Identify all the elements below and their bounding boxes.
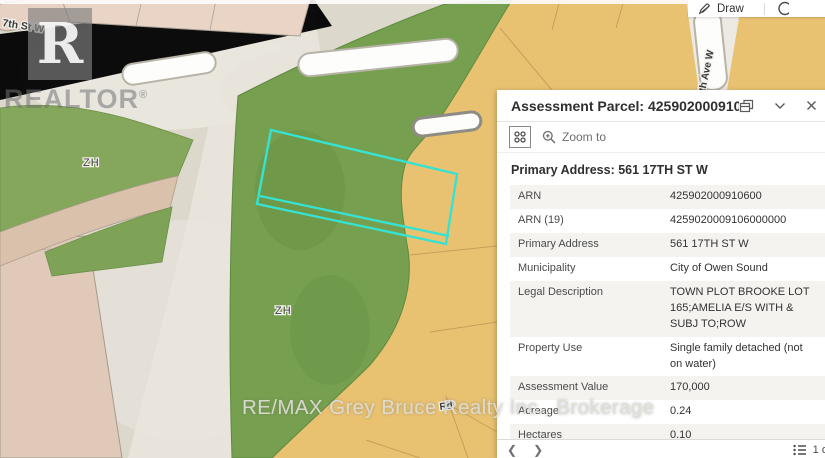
table-row: Assessment Value 170,000 bbox=[510, 376, 825, 400]
field-label: ARN bbox=[510, 185, 662, 209]
panel-title: Assessment Parcel: 425902000910600 bbox=[511, 98, 739, 114]
label-zh-left: ZH bbox=[83, 157, 100, 169]
draw-button[interactable]: Draw bbox=[717, 3, 744, 15]
table-row: Property Use Single family detached (not… bbox=[510, 337, 825, 377]
panel-toolbar: Zoom to bbox=[497, 122, 825, 153]
feature-list-icon[interactable] bbox=[793, 444, 807, 456]
field-value: Single family detached (not on water) bbox=[662, 337, 825, 377]
draw-pencil-icon[interactable] bbox=[698, 2, 711, 15]
field-value: 561 17TH ST W bbox=[662, 233, 825, 257]
field-value: TOWN PLOT BROOKE LOT 165;AMELIA E/S WITH… bbox=[662, 281, 825, 337]
field-value: 170,000 bbox=[662, 376, 825, 400]
field-value: 0.24 bbox=[662, 400, 825, 424]
field-label: Legal Description bbox=[510, 281, 662, 337]
primary-address-heading: Primary Address: 561 17TH ST W bbox=[497, 153, 825, 184]
attributes-table: ARN 425902000910600 ARN (19) 42590200091… bbox=[510, 185, 825, 458]
field-value: 4259020009106000000 bbox=[662, 209, 825, 233]
field-label: Assessment Value bbox=[510, 376, 662, 400]
toolbar-separator bbox=[764, 3, 765, 15]
app-window: 7th St W ZH ZH th Ave W Rd Draw R REALTO… bbox=[0, 0, 825, 458]
assessment-parcel-panel: Assessment Parcel: 425902000910600 bbox=[497, 90, 825, 458]
prev-feature-button[interactable]: ❮ bbox=[507, 444, 517, 456]
field-label: Acreage bbox=[510, 400, 662, 424]
field-label: Primary Address bbox=[510, 233, 662, 257]
next-feature-button[interactable]: ❯ bbox=[533, 444, 543, 456]
close-icon[interactable] bbox=[806, 100, 817, 111]
zoom-to-label: Zoom to bbox=[562, 130, 606, 144]
dock-icon[interactable] bbox=[739, 99, 754, 113]
collapse-chevron-icon[interactable] bbox=[774, 102, 786, 110]
label-zh-center: ZH bbox=[275, 305, 292, 317]
field-label: Property Use bbox=[510, 337, 662, 377]
field-label: ARN (19) bbox=[510, 209, 662, 233]
field-value: 425902000910600 bbox=[662, 185, 825, 209]
table-row: Acreage 0.24 bbox=[510, 400, 825, 424]
table-row: Municipality City of Owen Sound bbox=[510, 257, 825, 281]
circle-tool-icon[interactable] bbox=[771, 1, 789, 16]
actions-grid-button[interactable] bbox=[509, 126, 531, 148]
zoom-to-button[interactable]: Zoom to bbox=[542, 130, 606, 144]
grid-dots-icon bbox=[513, 130, 527, 144]
field-label: Municipality bbox=[510, 257, 662, 281]
table-row: ARN (19) 4259020009106000000 bbox=[510, 209, 825, 233]
table-row: ARN 425902000910600 bbox=[510, 185, 825, 209]
panel-footer: ❮ ❯ 1 of bbox=[497, 439, 825, 458]
panel-header: Assessment Parcel: 425902000910600 bbox=[497, 90, 825, 122]
field-value: City of Owen Sound bbox=[662, 257, 825, 281]
draw-toolbar: Draw bbox=[688, 0, 825, 17]
magnifier-plus-icon bbox=[542, 130, 556, 144]
label-rd: Rd bbox=[439, 400, 454, 413]
pagination-text: 1 of bbox=[813, 444, 825, 456]
table-row: Primary Address 561 17TH ST W bbox=[510, 233, 825, 257]
table-row: Legal Description TOWN PLOT BROOKE LOT 1… bbox=[510, 281, 825, 337]
